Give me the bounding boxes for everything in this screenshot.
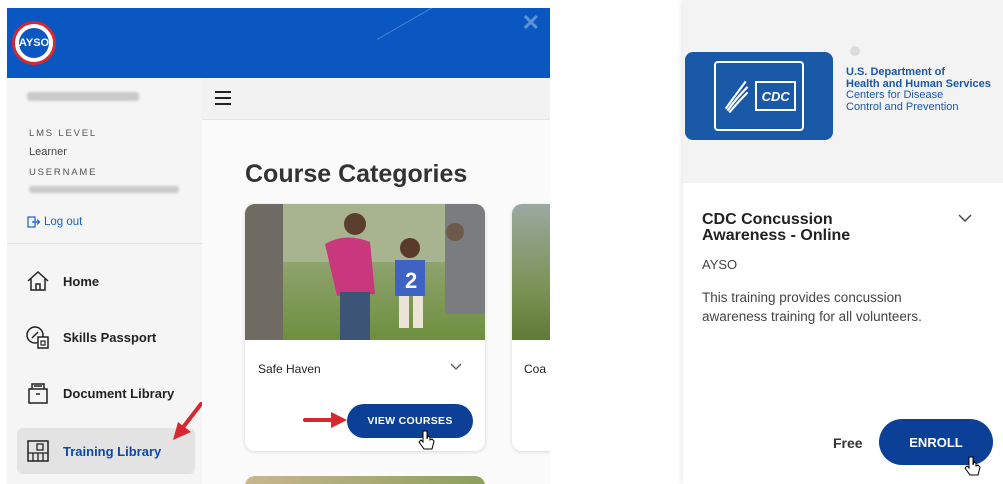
- username-redacted: [29, 186, 179, 193]
- sidebar: LMS LEVEL Learner USERNAME Log out Home …: [7, 78, 203, 484]
- hand-cursor-icon: [964, 456, 981, 476]
- course-price: Free: [833, 435, 863, 451]
- content-header: [202, 78, 550, 120]
- category-title: Coa: [524, 362, 547, 376]
- course-org: AYSO: [702, 257, 738, 272]
- course-card: CDC U.S. Department of Health and Human …: [683, 0, 1003, 484]
- category-card[interactable]: Coa: [512, 204, 550, 451]
- sidebar-divider: [7, 243, 202, 244]
- hhs-line: U.S. Department of: [846, 66, 946, 78]
- top-bar: ✕ AYSO: [7, 8, 550, 78]
- page-title: Course Categories: [245, 160, 468, 188]
- hamburger-menu-icon[interactable]: [215, 91, 231, 105]
- user-name-redacted: [27, 92, 139, 101]
- ayso-logo-text: AYSO: [19, 28, 49, 58]
- hhs-text: U.S. Department of Health and Human Serv…: [846, 66, 991, 113]
- cdc-logo-text: CDC: [755, 81, 796, 111]
- sidebar-item-label: Home: [63, 273, 100, 289]
- cdc-logo: CDC: [685, 52, 833, 140]
- category-title: Safe Haven: [258, 362, 321, 376]
- skills-passport-icon: [25, 324, 51, 350]
- lms-screenshot: ✕ AYSO LMS LEVEL Learner USERNAME Log ou…: [7, 8, 550, 484]
- sidebar-item-skills-passport[interactable]: Skills Passport: [17, 314, 195, 360]
- view-courses-button[interactable]: VIEW COURSES: [347, 404, 473, 438]
- course-image: CDC U.S. Department of Health and Human …: [683, 0, 1003, 183]
- logout-label: Log out: [44, 216, 83, 228]
- hhs-seal-icon: CDC: [714, 61, 804, 131]
- annotation-arrow-icon: [303, 412, 347, 428]
- training-library-icon: [25, 438, 51, 464]
- svg-text:2: 2: [405, 268, 417, 293]
- hhs-line: Centers for Disease: [846, 89, 944, 101]
- sidebar-item-label: Training Library: [63, 443, 162, 459]
- sidebar-item-label: Document Library: [63, 385, 175, 401]
- category-photo: [512, 204, 550, 340]
- category-photo: 2: [245, 204, 485, 340]
- main-content: Course Categories 2 Safe Haven VIEW COUR…: [202, 78, 550, 484]
- document-library-icon: [25, 380, 51, 406]
- username-label: USERNAME: [29, 167, 98, 178]
- lms-level-label: LMS LEVEL: [29, 128, 97, 139]
- hhs-line: Control and Prevention: [846, 100, 959, 113]
- home-icon: [25, 268, 51, 294]
- ayso-logo[interactable]: AYSO: [12, 21, 56, 65]
- category-card-partial[interactable]: [245, 476, 485, 484]
- category-card[interactable]: 2 Safe Haven VIEW COURSES: [245, 204, 485, 451]
- lms-level-value: Learner: [29, 146, 67, 158]
- hand-cursor-icon: [418, 430, 435, 450]
- course-description: This training provides concussion awaren…: [702, 290, 922, 324]
- course-title: CDC Concussion Awareness - Online: [702, 211, 851, 244]
- sidebar-item-label: Skills Passport: [63, 329, 157, 345]
- sidebar-item-home[interactable]: Home: [17, 258, 195, 304]
- chevron-down-icon[interactable]: [450, 359, 462, 374]
- annotation-arrow-icon: [173, 402, 203, 440]
- chevron-down-icon[interactable]: [958, 210, 972, 228]
- logout-icon: [27, 216, 40, 228]
- logout-link[interactable]: Log out: [27, 216, 82, 228]
